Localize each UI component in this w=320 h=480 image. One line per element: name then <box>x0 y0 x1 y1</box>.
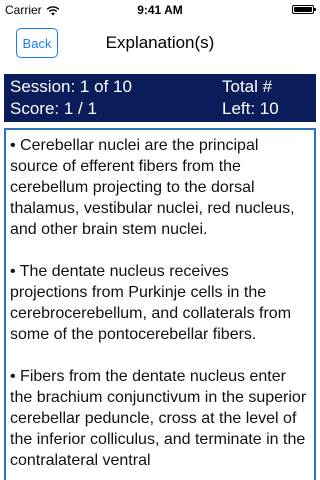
session-label: Session: 1 of 10 <box>10 77 132 96</box>
explanation-paragraph: • Cerebellar nuclei are the principal so… <box>10 137 295 238</box>
page-title: Explanation(s) <box>105 33 215 52</box>
explanation-paragraph: • The dentate nucleus receives projectio… <box>10 263 292 343</box>
explanation-box[interactable]: • Cerebellar nuclei are the principal so… <box>4 128 316 480</box>
status-bar: Carrier 9:41 AM <box>0 0 320 20</box>
session-info-panel: Session: 1 of 10 Score: 1 / 1 Total # Le… <box>4 74 316 122</box>
battery-icon <box>292 5 316 14</box>
navigation-bar: Back Explanation(s) <box>0 20 320 68</box>
score-label: Score: 1 / 1 <box>10 99 97 118</box>
explanation-text: • Cerebellar nuclei are the principal so… <box>6 130 314 471</box>
total-label: Total # <box>222 77 273 96</box>
questions-left-label: Left: 10 <box>222 99 279 118</box>
explanation-paragraph: • Fibers from the dentate nucleus enter … <box>10 368 307 469</box>
status-time: 9:41 AM <box>137 3 183 17</box>
